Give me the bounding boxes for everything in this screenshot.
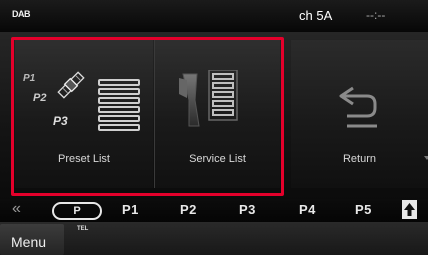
selection-highlight bbox=[11, 37, 284, 196]
preset-3-button[interactable]: P3 bbox=[239, 202, 256, 217]
preset-5-button[interactable]: P5 bbox=[355, 202, 372, 217]
menu-button[interactable]: Menu bbox=[0, 224, 64, 255]
return-arrow-icon bbox=[339, 86, 377, 128]
source-label: DAB bbox=[12, 9, 31, 19]
return-label: Return bbox=[342, 153, 377, 165]
preset-2-button[interactable]: P2 bbox=[180, 202, 197, 217]
preset-strip: « P P1 P2 P3 P4 P5 bbox=[0, 199, 428, 222]
status-bar: DAB ch 5A --:-- bbox=[0, 0, 428, 32]
dab-screen: DAB ch 5A --:-- P1 P2 P3 Preset List Ser… bbox=[0, 0, 428, 255]
preset-scroll-left-button[interactable]: « bbox=[12, 200, 21, 218]
channel-label: ch 5A bbox=[299, 8, 333, 23]
preset-4-button[interactable]: P4 bbox=[299, 202, 316, 217]
clock: --:-- bbox=[366, 8, 386, 22]
scroll-indicator-icon bbox=[424, 156, 428, 160]
up-arrow-icon[interactable] bbox=[402, 200, 417, 219]
menu-label: Menu bbox=[11, 234, 47, 250]
preset-p-button[interactable]: P bbox=[52, 202, 102, 220]
return-button[interactable]: Return bbox=[291, 40, 428, 188]
bottom-bar: Menu TEL bbox=[0, 222, 428, 255]
tel-indicator: TEL bbox=[77, 226, 89, 232]
preset-1-button[interactable]: P1 bbox=[122, 202, 139, 217]
